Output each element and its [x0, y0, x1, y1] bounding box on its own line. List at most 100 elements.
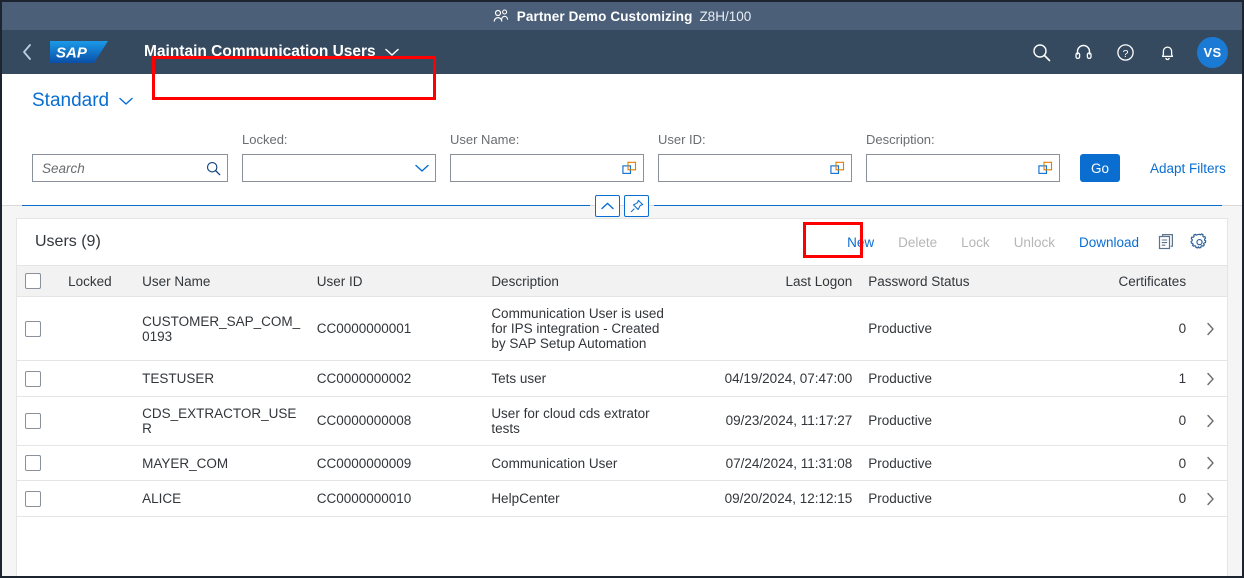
chevron-right-icon[interactable]	[1202, 414, 1219, 428]
filter-locked-group: Locked:	[242, 132, 436, 182]
sap-logo[interactable]: SAP	[50, 39, 112, 65]
row-checkbox[interactable]	[25, 370, 41, 387]
chevron-down-icon[interactable]	[415, 164, 429, 173]
app-title-dropdown[interactable]: Maintain Communication Users	[130, 37, 415, 67]
collapse-filter-bar-button[interactable]	[595, 195, 620, 217]
column-header-user-id[interactable]: User ID	[308, 264, 484, 298]
chevron-right-icon[interactable]	[1202, 322, 1219, 336]
cell-nav[interactable]	[1194, 445, 1227, 482]
download-button[interactable]: Download	[1067, 230, 1151, 255]
shell-actions: ? VS	[1029, 36, 1228, 68]
cell-last-logon: 09/23/2024, 11:17:27	[680, 396, 861, 446]
cell-nav[interactable]	[1194, 396, 1227, 446]
cell-user-id: CC0000000009	[308, 445, 484, 482]
cell-description: HelpCenter	[483, 480, 681, 517]
chevron-right-icon[interactable]	[1202, 372, 1219, 386]
row-checkbox[interactable]	[25, 413, 41, 430]
filter-userid-field[interactable]	[658, 154, 852, 182]
table-body: CUSTOMER_SAP_COM_0193 CC0000000001 Commu…	[17, 296, 1227, 517]
table-row[interactable]: TESTUSER CC0000000002 Tets user 04/19/20…	[17, 360, 1227, 397]
app-title: Maintain Communication Users	[144, 43, 376, 60]
search-icon[interactable]	[1029, 40, 1053, 64]
gear-icon[interactable]	[1183, 228, 1215, 256]
go-button[interactable]: Go	[1080, 154, 1121, 182]
filter-description-field[interactable]	[866, 154, 1060, 182]
adapt-filters-link[interactable]: Adapt Filters	[1150, 161, 1226, 176]
table-row[interactable]: ALICE CC0000000010 HelpCenter 09/20/2024…	[17, 480, 1227, 517]
cell-nav[interactable]	[1194, 296, 1227, 362]
new-button[interactable]: New	[835, 230, 886, 255]
cell-nav[interactable]	[1194, 360, 1227, 397]
column-header-last-logon[interactable]: Last Logon	[680, 264, 861, 298]
bell-icon[interactable]	[1155, 40, 1179, 64]
filter-locked-input[interactable]	[252, 160, 411, 176]
cell-nav[interactable]	[1194, 480, 1227, 517]
filter-description-input[interactable]	[876, 160, 1034, 176]
filter-userid-input[interactable]	[668, 160, 826, 176]
chevron-down-icon	[384, 48, 399, 57]
row-select-cell	[17, 360, 61, 397]
cell-password-status: Productive	[860, 480, 1051, 517]
question-mark-icon[interactable]: ?	[1113, 40, 1137, 64]
cell-last-logon: 04/19/2024, 07:47:00	[680, 360, 861, 397]
search-input[interactable]	[42, 160, 202, 176]
filter-username-group: User Name:	[450, 132, 644, 182]
filter-username-label: User Name:	[450, 132, 520, 147]
row-checkbox[interactable]	[25, 455, 41, 472]
back-button[interactable]	[12, 37, 42, 67]
row-checkbox[interactable]	[25, 321, 41, 338]
cell-last-logon: 09/20/2024, 12:12:15	[680, 480, 861, 517]
table-row[interactable]: MAYER_COM CC0000000009 Communication Use…	[17, 445, 1227, 482]
filter-locked-label: Locked:	[242, 132, 288, 147]
row-checkbox[interactable]	[25, 490, 41, 507]
table-actions: New Delete Lock Unlock Download	[835, 228, 1215, 256]
filter-locked-select[interactable]	[242, 154, 436, 182]
row-select-cell	[17, 445, 61, 482]
value-help-icon[interactable]	[1038, 161, 1053, 176]
select-all-header	[17, 264, 61, 298]
value-help-icon[interactable]	[830, 161, 845, 176]
headset-icon[interactable]	[1071, 40, 1095, 64]
avatar[interactable]: VS	[1197, 36, 1228, 68]
group-users-icon	[493, 9, 510, 23]
row-select-cell	[17, 396, 61, 446]
cell-password-status: Productive	[860, 396, 1051, 446]
filter-username-field[interactable]	[450, 154, 644, 182]
search-icon[interactable]	[206, 161, 221, 176]
cell-certificates: 0	[1050, 296, 1195, 362]
column-header-user-name[interactable]: User Name	[134, 264, 309, 298]
filter-username-input[interactable]	[460, 160, 618, 176]
table-row[interactable]: CDS_EXTRACTOR_USER CC0000000008 User for…	[17, 396, 1227, 446]
cell-last-logon: 07/24/2024, 11:31:08	[680, 445, 861, 482]
cell-last-logon	[680, 296, 861, 362]
select-all-checkbox[interactable]	[25, 273, 41, 290]
table-row[interactable]: CUSTOMER_SAP_COM_0193 CC0000000001 Commu…	[17, 296, 1227, 362]
column-header-locked[interactable]: Locked	[60, 264, 135, 298]
filter-go-group: Go	[1074, 132, 1121, 182]
column-header-certificates[interactable]: Certificates	[1050, 264, 1195, 298]
chevron-right-icon[interactable]	[1202, 492, 1219, 506]
chevron-right-icon[interactable]	[1202, 456, 1219, 470]
search-field[interactable]	[32, 154, 228, 182]
lock-button[interactable]: Lock	[949, 230, 1002, 255]
delete-button[interactable]: Delete	[886, 230, 949, 255]
copy-icon[interactable]	[1151, 228, 1183, 256]
filter-description-group: Description:	[866, 132, 1060, 182]
variant-selector[interactable]: Standard	[2, 74, 1242, 122]
users-table-card: Users (9) New Delete Lock Unlock Downloa…	[16, 218, 1228, 576]
column-header-description[interactable]: Description	[483, 264, 681, 298]
filter-userid-label: User ID:	[658, 132, 706, 147]
users-table: Locked User Name User ID Description Las…	[17, 264, 1227, 517]
cell-password-status: Productive	[860, 445, 1051, 482]
search-label	[32, 132, 228, 148]
application-window: Partner Demo Customizing Z8H/100 SAP Mai…	[0, 0, 1244, 578]
filter-search-group	[32, 132, 228, 182]
column-header-password-status[interactable]: Password Status	[860, 264, 1051, 298]
page-content: Standard Search Locked: User Name: User …	[2, 74, 1242, 576]
context-client: Z8H/100	[699, 8, 752, 24]
unlock-button[interactable]: Unlock	[1002, 230, 1067, 255]
pin-filter-bar-button[interactable]	[624, 195, 649, 217]
value-help-icon[interactable]	[622, 161, 637, 176]
cell-user-id: CC0000000002	[308, 360, 484, 397]
cell-locked	[60, 480, 135, 517]
